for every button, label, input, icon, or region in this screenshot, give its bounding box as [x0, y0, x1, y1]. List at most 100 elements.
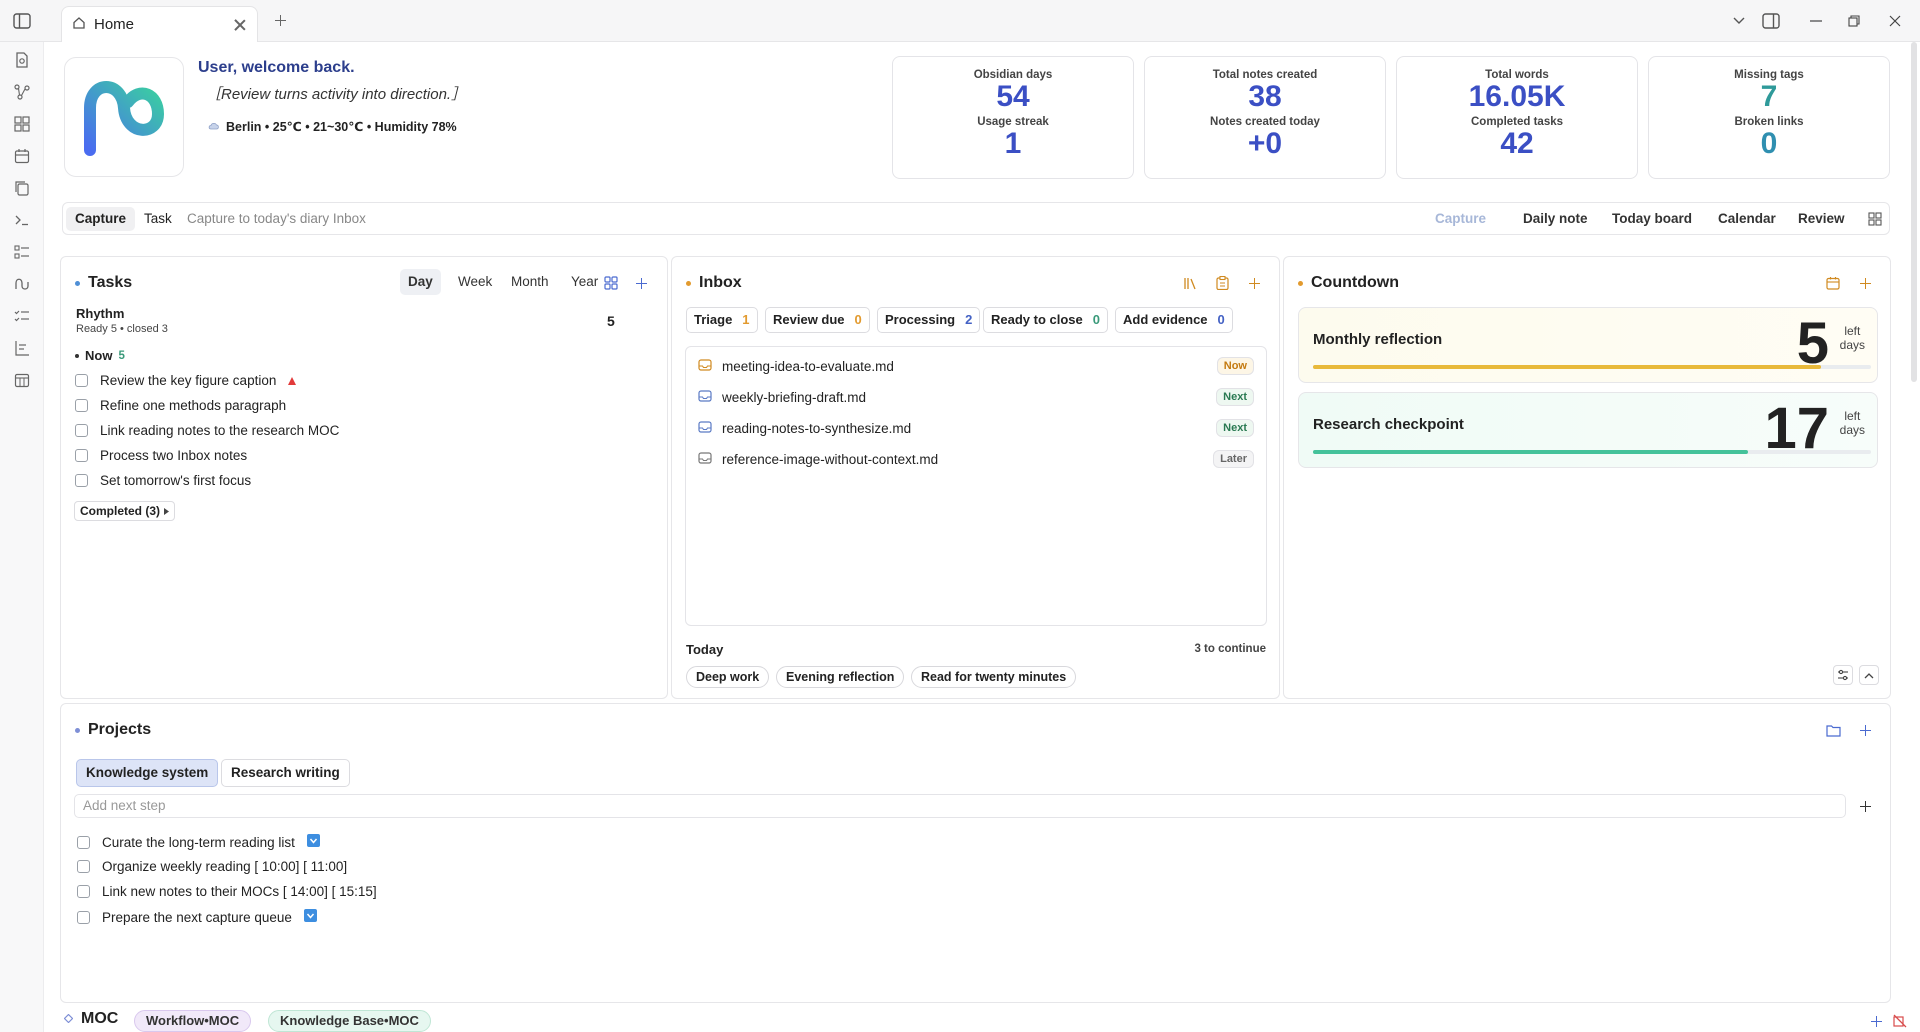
add-inbox-icon[interactable] — [1244, 273, 1264, 293]
chip-count: 0 — [1217, 312, 1225, 327]
task-checkbox[interactable] — [75, 424, 88, 437]
clipboard-icon[interactable] — [1212, 273, 1232, 293]
period-year[interactable]: Year — [563, 269, 606, 295]
tab-label: Home — [94, 16, 135, 33]
today-label: Today — [686, 642, 724, 657]
stat-value: 16.05K — [1468, 80, 1566, 113]
add-project-icon[interactable] — [1855, 720, 1875, 740]
folder-icon[interactable] — [1823, 720, 1843, 740]
chip-processing[interactable]: Processing 2 — [877, 307, 981, 333]
disconnect-icon[interactable] — [1890, 1011, 1910, 1031]
countdown-card[interactable]: Research checkpoint 17 left days — [1298, 392, 1878, 468]
chip-add-evidence[interactable]: Add evidence 0 — [1115, 307, 1233, 333]
step-checkbox[interactable] — [77, 910, 90, 924]
close-window-icon[interactable] — [1884, 11, 1906, 31]
app-logo — [64, 57, 184, 177]
library-icon[interactable] — [1180, 273, 1200, 293]
chart-icon[interactable] — [12, 338, 32, 358]
step-checkbox[interactable] — [77, 885, 90, 898]
calendar-link[interactable]: Calendar — [1718, 211, 1776, 226]
inbox-file-item[interactable]: reading-notes-to-synthesize.md Next — [698, 414, 1254, 442]
moc-pill-workflow[interactable]: Workflow•MOC — [134, 1010, 252, 1032]
unit-top: left — [1844, 409, 1861, 423]
now-count: 5 — [118, 349, 125, 362]
chevron-up-icon[interactable] — [1859, 665, 1879, 685]
calendar-icon[interactable] — [12, 146, 32, 166]
minimize-icon[interactable] — [1805, 11, 1827, 31]
inbox-file-item[interactable]: reference-image-without-context.md Later — [698, 445, 1254, 473]
moc-pill-knowledge-base[interactable]: Knowledge Base•MOC — [268, 1010, 431, 1032]
task-checkbox[interactable] — [75, 449, 88, 462]
tab-task[interactable]: Task — [135, 207, 181, 231]
checklist-icon[interactable] — [12, 306, 32, 326]
chip-label: Ready to close — [991, 312, 1083, 327]
chip-triage[interactable]: Triage 1 — [686, 307, 758, 333]
countdown-progress-track — [1313, 365, 1871, 369]
daily-note-link[interactable]: Daily note — [1523, 211, 1588, 226]
close-tab-icon[interactable] — [233, 18, 247, 32]
countdown-card[interactable]: Monthly reflection 5 left days — [1298, 307, 1878, 383]
project-tab-research-writing[interactable]: Research writing — [221, 759, 350, 787]
completed-toggle[interactable]: Completed (3) — [74, 501, 176, 521]
right-sidebar-toggle-icon[interactable] — [1760, 11, 1782, 31]
inbox-file-item[interactable]: weekly-briefing-draft.md Next — [698, 383, 1254, 411]
add-task-icon[interactable] — [631, 273, 651, 293]
period-week[interactable]: Week — [450, 269, 500, 295]
settings-sliders-icon[interactable] — [1833, 665, 1853, 685]
step-text: Organize weekly reading [ 10:00] [ 11:00… — [102, 859, 348, 874]
projects-panel: Projects Knowledge system Research writi… — [60, 703, 1891, 1003]
add-step-icon[interactable] — [1855, 796, 1875, 816]
status-badge: Now — [1216, 357, 1254, 375]
today-pill[interactable]: Read for twenty minutes — [911, 666, 1077, 688]
list-icon[interactable] — [12, 242, 32, 262]
projects-title: Projects — [75, 721, 151, 739]
stat-value: 0 — [1760, 127, 1778, 160]
review-link[interactable]: Review — [1798, 211, 1845, 226]
today-pill[interactable]: Deep work — [686, 666, 770, 688]
countdown-progress-fill — [1313, 450, 1749, 454]
capture-input[interactable]: Capture to today's diary Inbox — [187, 211, 366, 226]
chip-review-due[interactable]: Review due 0 — [765, 307, 870, 333]
step-checkbox[interactable] — [77, 835, 90, 849]
tab-capture[interactable]: Capture — [66, 207, 136, 231]
inbox-file-name: meeting-idea-to-evaluate.md — [722, 358, 894, 374]
today-pill[interactable]: Evening reflection — [776, 666, 905, 688]
file-search-icon[interactable] — [12, 50, 32, 70]
project-tab-knowledge-system[interactable]: Knowledge system — [76, 759, 219, 787]
new-tab-icon[interactable] — [270, 11, 292, 31]
terminal-icon[interactable] — [12, 210, 32, 230]
add-moc-icon[interactable] — [1866, 1011, 1886, 1031]
scrollbar-thumb[interactable] — [1911, 42, 1917, 382]
add-countdown-icon[interactable] — [1855, 273, 1875, 293]
step-text: Curate the long-term reading list — [102, 834, 295, 850]
sidebar-toggle-icon[interactable] — [11, 11, 33, 31]
capture-button[interactable]: Capture — [1435, 211, 1486, 226]
chevron-down-icon[interactable] — [1728, 11, 1750, 31]
stat-value: 7 — [1760, 80, 1778, 113]
step-checkbox[interactable] — [77, 860, 90, 873]
task-checkbox[interactable] — [75, 474, 88, 487]
calendar-grid-icon[interactable] — [12, 370, 32, 390]
copy-icon[interactable] — [12, 178, 32, 198]
dashboard-icon[interactable] — [12, 114, 32, 134]
calendar-icon[interactable] — [1823, 273, 1843, 293]
task-checkbox[interactable] — [75, 374, 88, 387]
inbox-file-item[interactable]: meeting-idea-to-evaluate.md Now — [698, 352, 1254, 380]
chip-ready-to-close[interactable]: Ready to close 0 — [983, 307, 1108, 333]
grid-icon[interactable] — [1865, 209, 1885, 229]
projects-title-text: Projects — [88, 721, 152, 738]
countdown-unit: left days — [1840, 324, 1865, 352]
task-checkbox[interactable] — [75, 399, 88, 412]
period-month[interactable]: Month — [503, 269, 557, 295]
graph-icon[interactable] — [12, 82, 32, 102]
board-view-icon[interactable] — [601, 273, 621, 293]
moc-title-text: MOC — [81, 1010, 119, 1027]
continue-count: 3 to continue — [1194, 643, 1266, 655]
add-next-step-input[interactable]: Add next step — [74, 794, 1846, 818]
restore-icon[interactable] — [1843, 11, 1865, 31]
loop-icon[interactable] — [12, 274, 32, 294]
tab-home[interactable]: Home — [61, 6, 258, 42]
today-board-link[interactable]: Today board — [1612, 211, 1692, 226]
chip-label: Triage — [694, 312, 733, 327]
period-day[interactable]: Day — [400, 269, 441, 295]
